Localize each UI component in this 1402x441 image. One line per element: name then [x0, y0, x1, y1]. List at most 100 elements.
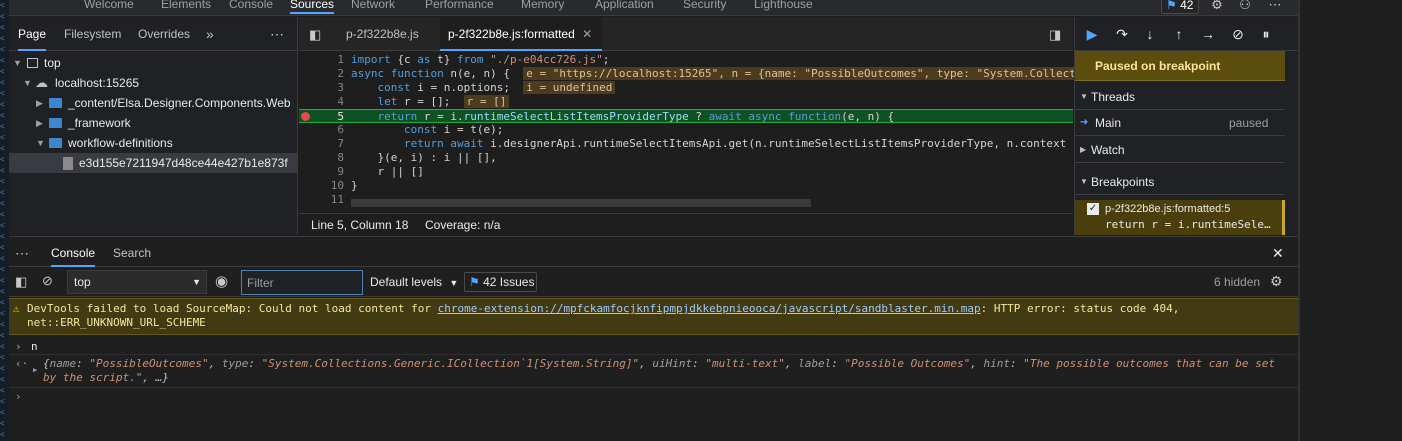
code-line[interactable]: 9 r || [] — [299, 165, 1073, 179]
object-tail: , …} — [142, 371, 169, 384]
sidebar-toggle-icon[interactable]: ◧ — [15, 274, 27, 290]
line-number[interactable]: 8 — [299, 151, 344, 165]
code-line[interactable]: 7 return await i.designerApi.runtimeSele… — [299, 137, 1073, 151]
line-number[interactable]: 3 — [299, 81, 344, 95]
navigator-tabs: Page Filesystem Overrides » ⋯ — [9, 17, 297, 51]
tree-item-content-folder[interactable]: ▶ _content/Elsa.Designer.Components.Web — [9, 93, 298, 113]
nav-tab-page[interactable]: Page — [18, 17, 47, 51]
code-text: r || [] — [351, 165, 423, 179]
tab-console[interactable]: Console — [229, 0, 273, 14]
code-line[interactable]: 10} — [299, 179, 1073, 193]
line-number[interactable]: 6 — [299, 123, 344, 137]
line-number[interactable]: 1 — [299, 53, 344, 67]
tree-item-top[interactable]: ▼ top — [9, 53, 298, 73]
line-number[interactable]: 7 — [299, 137, 344, 151]
code-line[interactable]: 8 }(e, i) : i || [], — [299, 151, 1073, 165]
code-line[interactable]: 3 const i = n.options; i = undefined — [299, 81, 1073, 95]
issues-button[interactable]: ⚑ 42 Issues — [464, 272, 537, 292]
editor-tab-formatted[interactable]: p-2f322b8e.js:formatted ✕ — [440, 17, 602, 51]
eye-icon[interactable]: ◉ — [215, 272, 228, 290]
tab-welcome[interactable]: Welcome — [84, 0, 134, 14]
close-drawer-icon[interactable]: ✕ — [1272, 237, 1284, 267]
watch-section-header[interactable]: ▶ Watch — [1075, 137, 1285, 163]
right-gutter — [1298, 0, 1402, 441]
toggle-debugger-icon[interactable]: ◨ — [1049, 17, 1061, 51]
log-levels-dropdown[interactable]: Default levels ▼ — [370, 267, 458, 297]
tree-item-workflow-folder[interactable]: ▼ workflow-definitions — [9, 133, 298, 153]
code-line[interactable]: 4 let r = []; r = [] — [299, 95, 1073, 109]
sourcemap-link[interactable]: chrome-extension://mpfckamfocjknfipmpjdk… — [438, 302, 981, 315]
drawer-tab-console[interactable]: Console — [51, 237, 96, 267]
pause-on-exceptions-icon[interactable]: ⏸ — [1256, 24, 1276, 44]
nav-tab-overrides[interactable]: Overrides — [138, 17, 190, 51]
navigator-menu-icon[interactable]: ⋯ — [270, 17, 284, 51]
code-text: const i = n.options; i = undefined — [351, 81, 616, 95]
more-tabs-icon[interactable]: » — [206, 17, 214, 51]
line-number[interactable]: 2 — [299, 67, 344, 81]
console-filter-input[interactable] — [241, 270, 363, 295]
code-text: return await i.designerApi.runtimeSelect… — [351, 137, 1066, 151]
step-icon[interactable]: → — [1198, 24, 1218, 44]
nav-tab-filesystem[interactable]: Filesystem — [64, 17, 121, 51]
customize-icon[interactable]: ⚇ — [1236, 0, 1254, 14]
tree-item-localhost[interactable]: ▼ ☁ localhost:15265 — [9, 73, 298, 93]
code-line[interactable]: 6 const i = t(e); — [299, 123, 1073, 137]
context-selector[interactable]: top ▼ — [67, 270, 207, 294]
code-token: t} — [430, 53, 457, 66]
toggle-navigator-icon[interactable]: ◧ — [309, 17, 321, 51]
tree-label: top — [44, 56, 61, 70]
code-text: return r = i.runtimeSelectListItemsProvi… — [351, 110, 895, 124]
close-tab-icon[interactable]: ✕ — [582, 27, 592, 41]
breakpoint-checkbox[interactable]: ✓ — [1087, 203, 1099, 215]
settings-icon[interactable]: ⚙ — [1208, 0, 1226, 14]
drawer-tab-search[interactable]: Search — [113, 237, 151, 267]
horizontal-scrollbar[interactable] — [351, 199, 811, 207]
tab-performance[interactable]: Performance — [425, 0, 494, 14]
thread-name: Main — [1095, 116, 1122, 130]
more-menu-icon[interactable]: ⋯ — [1266, 0, 1284, 14]
tab-sources[interactable]: Sources — [290, 0, 335, 14]
editor-tab-minified[interactable]: p-2f322b8e.js — [338, 17, 427, 51]
tab-memory[interactable]: Memory — [521, 0, 564, 14]
breakpoint-item[interactable]: ✓ p-2f322b8e.js:formatted:5 return r = i… — [1075, 200, 1285, 235]
tab-security[interactable]: Security — [683, 0, 726, 14]
code-token: await async function — [708, 110, 842, 123]
clear-console-icon[interactable]: ⊘ — [42, 273, 53, 289]
deactivate-breakpoints-icon[interactable]: ⊘ — [1228, 24, 1248, 44]
code-line[interactable]: 1 import {c as t} from "./p-e04cc726.js"; — [299, 53, 1073, 67]
code-line[interactable]: 5 return r = i.runtimeSelectListItemsPro… — [299, 109, 1073, 123]
tree-item-selected-file[interactable]: e3d155e7211947d48ce44e427b1e873f — [9, 153, 298, 173]
warning-icon: ⚠ — [13, 302, 20, 315]
code-line[interactable]: 2 async function n(e, n) { e = "https://l… — [299, 67, 1079, 81]
code-token: return await — [403, 137, 484, 150]
line-number[interactable]: 9 — [299, 165, 344, 179]
step-into-icon[interactable]: ↓ — [1140, 24, 1160, 44]
console-prompt[interactable]: › — [9, 388, 1298, 408]
issues-counter[interactable]: ⚑ 42 — [1161, 0, 1199, 14]
breakpoints-section-header[interactable]: ▼ Breakpoints — [1075, 169, 1285, 195]
line-number[interactable]: 5 — [299, 110, 344, 124]
console-settings-icon[interactable]: ⚙ — [1270, 273, 1283, 290]
line-number[interactable]: 11 — [299, 193, 344, 207]
code-text: async function n(e, n) { e = "https://lo… — [351, 67, 1079, 81]
code-text: let r = []; r = [] — [351, 95, 510, 109]
tab-application[interactable]: Application — [595, 0, 654, 14]
expand-triangle-icon: ▼ — [36, 138, 45, 148]
step-over-icon[interactable]: ↷ — [1112, 24, 1132, 44]
tab-lighthouse[interactable]: Lighthouse — [754, 0, 813, 14]
code-area[interactable]: 1 import {c as t} from "./p-e04cc726.js";… — [299, 52, 1079, 212]
threads-section-header[interactable]: ▼ Threads — [1075, 84, 1285, 110]
line-number[interactable]: 4 — [299, 95, 344, 109]
thread-main[interactable]: ➜ Main paused — [1075, 110, 1285, 136]
expand-object-icon[interactable]: ▶ — [33, 363, 37, 377]
resume-icon[interactable]: ▶ — [1082, 24, 1102, 44]
tab-network[interactable]: Network — [351, 0, 395, 14]
tree-item-framework-folder[interactable]: ▶ _framework — [9, 113, 298, 133]
console-result-line[interactable]: ‹· ▶ {name: "PossibleOutcomes", type: "S… — [9, 355, 1298, 388]
step-out-icon[interactable]: ↑ — [1169, 24, 1189, 44]
drawer-menu-icon[interactable]: ⋯ — [15, 237, 29, 267]
tab-elements[interactable]: Elements — [161, 0, 211, 14]
line-number[interactable]: 10 — [299, 179, 344, 193]
